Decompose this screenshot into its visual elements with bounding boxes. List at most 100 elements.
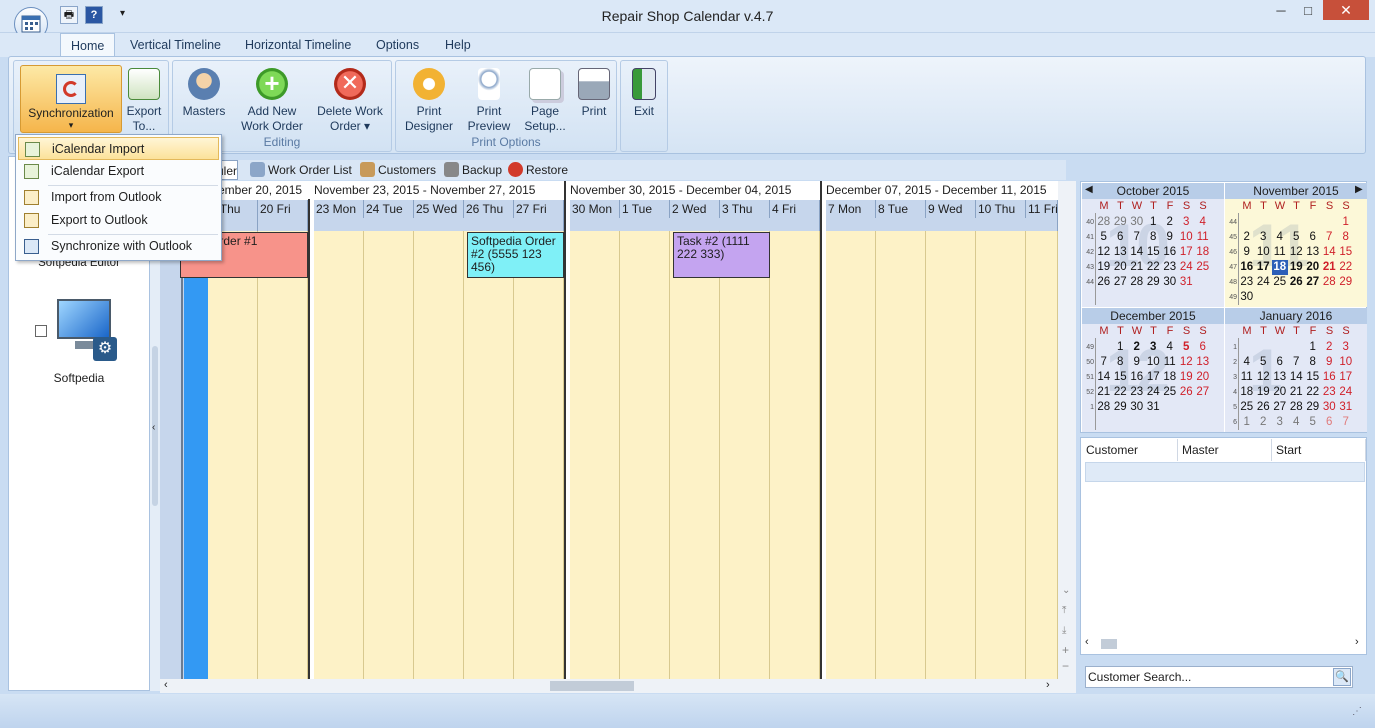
add-new-work-order-button[interactable]: + Add New Work Order <box>237 64 307 134</box>
calendar-day[interactable]: 21 <box>1322 260 1338 275</box>
day-cell[interactable] <box>620 231 670 679</box>
menu-item-synchronize-with-outlook[interactable]: Synchronize with Outlook <box>18 235 219 258</box>
day-header[interactable]: 9 Wed <box>926 200 976 218</box>
day-header[interactable]: 23 Mon <box>314 200 364 218</box>
tab-vertical-timeline[interactable]: Vertical Timeline <box>120 33 231 57</box>
calendar-day[interactable]: 18 <box>1195 245 1211 260</box>
scroll-left-icon[interactable]: ‹ <box>164 679 168 691</box>
day-header[interactable]: 24 Tue <box>364 200 414 218</box>
collapse-arrow-icon[interactable]: ‹ <box>152 422 155 433</box>
synchronization-button[interactable]: Synchronization ▾ <box>20 65 122 133</box>
calendar-day[interactable]: 30 <box>1162 275 1178 290</box>
menu-item-import-from-outlook[interactable]: Import from Outlook <box>18 186 219 209</box>
export-to-button[interactable]: Export To... <box>120 64 168 134</box>
calendar-day[interactable]: 17 <box>1179 245 1195 260</box>
calendar-day[interactable]: 10 <box>1256 245 1272 260</box>
calendar-day[interactable]: 17 <box>1338 370 1354 385</box>
calendar-day[interactable]: 22 <box>1146 260 1162 275</box>
calendar-day[interactable]: 31 <box>1179 275 1195 290</box>
calendar-day[interactable]: 1 <box>1146 215 1162 230</box>
day-header[interactable]: 25 Wed <box>414 200 464 218</box>
day-cell[interactable] <box>670 231 720 679</box>
calendar-day[interactable]: 4 <box>1289 415 1305 430</box>
calendar-day[interactable]: 5 <box>1096 230 1112 245</box>
day-cell[interactable] <box>314 231 364 679</box>
calendar-day[interactable]: 7 <box>1289 355 1305 370</box>
close-button[interactable]: ✕ <box>1323 0 1369 20</box>
calendar-day[interactable]: 2 <box>1239 230 1255 245</box>
delete-work-order-button[interactable]: ✕ Delete Work Order ▾ <box>311 64 389 134</box>
day-cell[interactable] <box>414 231 464 679</box>
day-cell[interactable] <box>464 231 514 679</box>
calendar-day[interactable]: 29 <box>1338 275 1354 290</box>
calendar-day[interactable]: 6 <box>1113 230 1129 245</box>
calendar-day[interactable]: 17 <box>1256 260 1272 275</box>
tab-home[interactable]: Home <box>60 33 116 58</box>
day-header[interactable]: 8 Tue <box>876 200 926 218</box>
calendar-day[interactable]: 16 <box>1322 370 1338 385</box>
calendar-day[interactable]: 10 <box>1146 355 1162 370</box>
calendar-day[interactable]: 26 <box>1256 400 1272 415</box>
calendar-day[interactable]: 1 <box>1338 215 1354 230</box>
calendar-day[interactable]: 1 <box>1113 340 1129 355</box>
calendar-day[interactable]: 14 <box>1289 370 1305 385</box>
horizontal-scrollbar[interactable]: ‹ › <box>160 679 1058 693</box>
calendar-day[interactable]: 24 <box>1338 385 1354 400</box>
calendar-day[interactable]: 20 <box>1113 260 1129 275</box>
calendar-day[interactable]: 22 <box>1338 260 1354 275</box>
calendar-day[interactable]: 28 <box>1322 275 1338 290</box>
day-cell[interactable] <box>208 231 258 679</box>
calendar-day[interactable]: 23 <box>1129 385 1145 400</box>
calendar-day[interactable]: 9 <box>1129 355 1145 370</box>
calendar-day[interactable]: 13 <box>1113 245 1129 260</box>
calendar-day[interactable]: 19 <box>1289 260 1305 275</box>
calendar-day[interactable]: 30 <box>1322 400 1338 415</box>
calendar-day[interactable]: 24 <box>1256 275 1272 290</box>
calendar-day[interactable]: 8 <box>1305 355 1321 370</box>
calendar-day[interactable]: 30 <box>1129 400 1145 415</box>
day-header[interactable]: 4 Fri <box>770 200 820 218</box>
day-header[interactable]: 11 Fri <box>1026 200 1058 218</box>
vertical-scrollbar[interactable]: ⌄ ⤒ ⤓ + − <box>1058 181 1076 693</box>
table-row[interactable] <box>1085 462 1365 482</box>
day-cell[interactable] <box>976 231 1026 679</box>
day-cell[interactable] <box>1026 231 1058 679</box>
calendar-day[interactable]: 22 <box>1305 385 1321 400</box>
maximize-button[interactable]: □ <box>1295 0 1321 20</box>
calendar-day[interactable]: 4 <box>1162 340 1178 355</box>
calendar-day[interactable]: 12 <box>1289 245 1305 260</box>
calendar-day[interactable]: 14 <box>1129 245 1145 260</box>
calendar-day[interactable]: 8 <box>1113 355 1129 370</box>
calendar-day[interactable]: 2 <box>1256 415 1272 430</box>
calendar-day[interactable]: 13 <box>1305 245 1321 260</box>
calendar-day[interactable]: 12 <box>1179 355 1195 370</box>
day-header[interactable]: 3 Thu <box>720 200 770 218</box>
scroll-down-icon[interactable]: ⌄ <box>1062 585 1070 596</box>
calendar-day[interactable]: 13 <box>1272 370 1288 385</box>
day-cell[interactable] <box>720 231 770 679</box>
column-header-master[interactable]: Master <box>1178 439 1272 461</box>
calendar-day[interactable]: 21 <box>1096 385 1112 400</box>
calendar-day[interactable]: 6 <box>1305 230 1321 245</box>
day-header[interactable]: 27 Fri <box>514 200 564 218</box>
tab-help[interactable]: Help <box>435 33 481 57</box>
calendar-day[interactable]: 17 <box>1146 370 1162 385</box>
calendar-day[interactable]: 21 <box>1129 260 1145 275</box>
calendar-day[interactable]: 2 <box>1322 340 1338 355</box>
day-header[interactable]: 7 Mon <box>826 200 876 218</box>
grid-scroll-left-icon[interactable]: ‹ <box>1085 636 1089 648</box>
calendar-day[interactable]: 1 <box>1305 340 1321 355</box>
calendar-day[interactable]: 26 <box>1179 385 1195 400</box>
calendar-day[interactable]: 23 <box>1239 275 1255 290</box>
calendar-day[interactable]: 6 <box>1322 415 1338 430</box>
calendar-day[interactable]: 5 <box>1179 340 1195 355</box>
column-header-start[interactable]: Start <box>1272 439 1366 461</box>
day-cell[interactable] <box>258 231 308 679</box>
calendar-day[interactable]: 6 <box>1195 340 1211 355</box>
tab-horizontal-timeline[interactable]: Horizontal Timeline <box>235 33 361 57</box>
calendar-day[interactable]: 31 <box>1146 400 1162 415</box>
calendar-day[interactable]: 8 <box>1146 230 1162 245</box>
binoculars-icon[interactable]: 🔍 <box>1333 668 1351 686</box>
exit-button[interactable]: Exit <box>623 64 665 119</box>
calendar-day[interactable]: 27 <box>1272 400 1288 415</box>
